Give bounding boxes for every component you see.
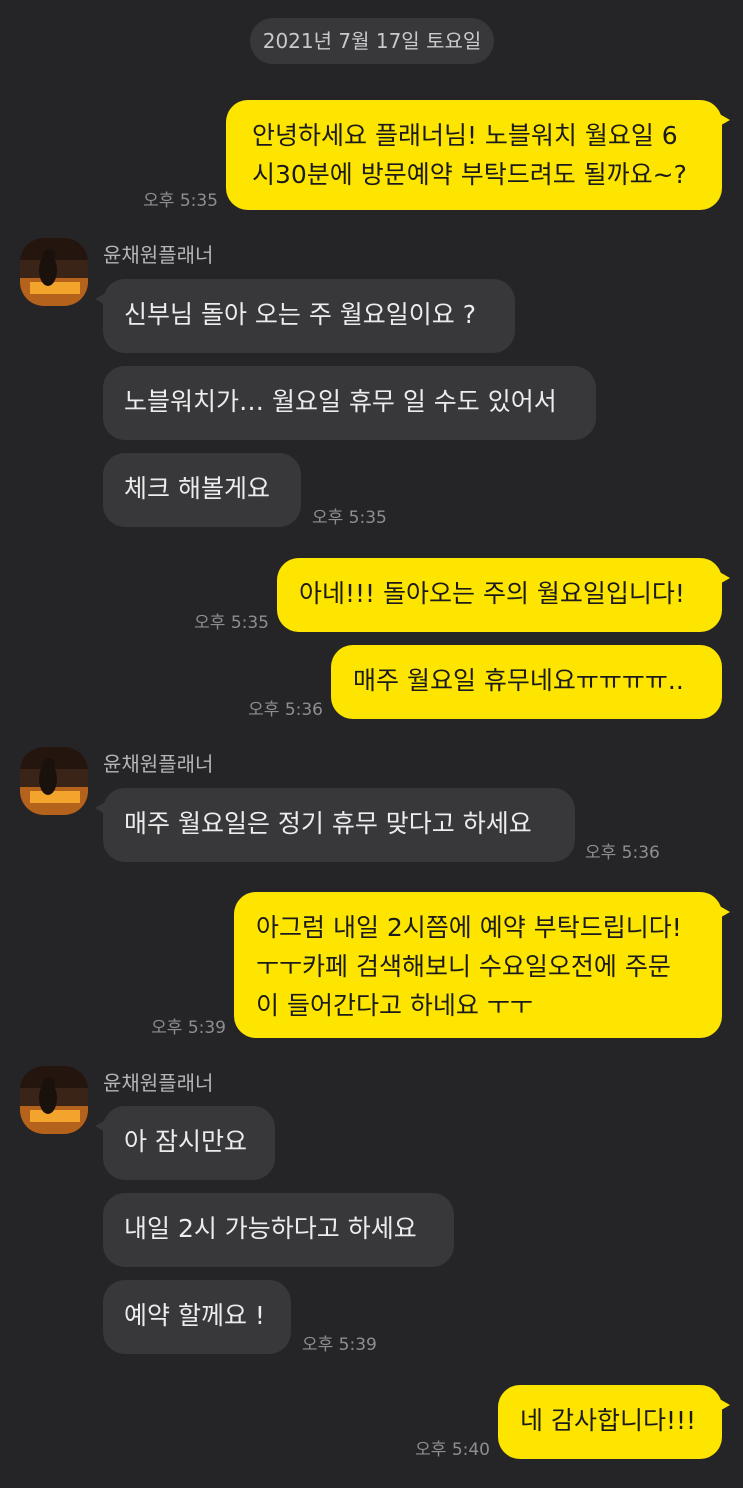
my-message-bubble[interactable]: 매주 월요일 휴무네요ㅠㅠㅠㅠ.. bbox=[331, 645, 722, 719]
other-message-bubble[interactable]: 내일 2시 가능하다고 하세요 bbox=[103, 1193, 454, 1267]
date-divider: 2021년 7월 17일 토요일 bbox=[250, 18, 494, 64]
sender-name: 윤채원플래너 bbox=[103, 752, 214, 776]
message-time: 오후 5:39 bbox=[302, 1335, 377, 1355]
other-message-bubble[interactable]: 매주 월요일은 정기 휴무 맞다고 하세요 bbox=[95, 788, 575, 862]
sender-name: 윤채원플래너 bbox=[103, 243, 214, 267]
other-message-bubble[interactable]: 노블워치가… 월요일 휴무 일 수도 있어서 bbox=[103, 366, 596, 440]
profile-photo-icon[interactable] bbox=[20, 1066, 88, 1134]
message-time: 오후 5:36 bbox=[585, 843, 660, 863]
profile-photo-icon[interactable] bbox=[20, 238, 88, 306]
my-message-bubble[interactable]: 안녕하세요 플래너님! 노블워치 월요일 6 시30분에 방문예약 부탁드려도 … bbox=[226, 100, 730, 210]
message-time: 오후 5:40 bbox=[415, 1440, 490, 1460]
profile-photo-icon[interactable] bbox=[20, 747, 88, 815]
message-time: 오후 5:35 bbox=[194, 613, 269, 633]
message-time: 오후 5:39 bbox=[151, 1018, 226, 1038]
message-time: 오후 5:36 bbox=[248, 700, 323, 720]
other-message-bubble[interactable]: 예약 할께요 ! bbox=[103, 1280, 291, 1354]
my-message-bubble[interactable]: 네 감사합니다!!! bbox=[498, 1385, 730, 1459]
my-message-bubble[interactable]: 아그럼 내일 2시쯤에 예약 부탁드립니다! ㅜㅜ카페 검색해보니 수요일오전에… bbox=[234, 892, 730, 1038]
other-message-bubble[interactable]: 신부님 돌아 오는 주 월요일이요 ? bbox=[95, 279, 515, 353]
other-message-bubble[interactable]: 체크 해볼게요 bbox=[103, 453, 301, 527]
my-message-bubble[interactable]: 아네!!! 돌아오는 주의 월요일입니다! bbox=[277, 558, 730, 632]
sender-name: 윤채원플래너 bbox=[103, 1071, 214, 1095]
message-time: 오후 5:35 bbox=[143, 191, 218, 211]
other-message-bubble[interactable]: 아 잠시만요 bbox=[95, 1106, 275, 1180]
message-time: 오후 5:35 bbox=[312, 508, 387, 528]
